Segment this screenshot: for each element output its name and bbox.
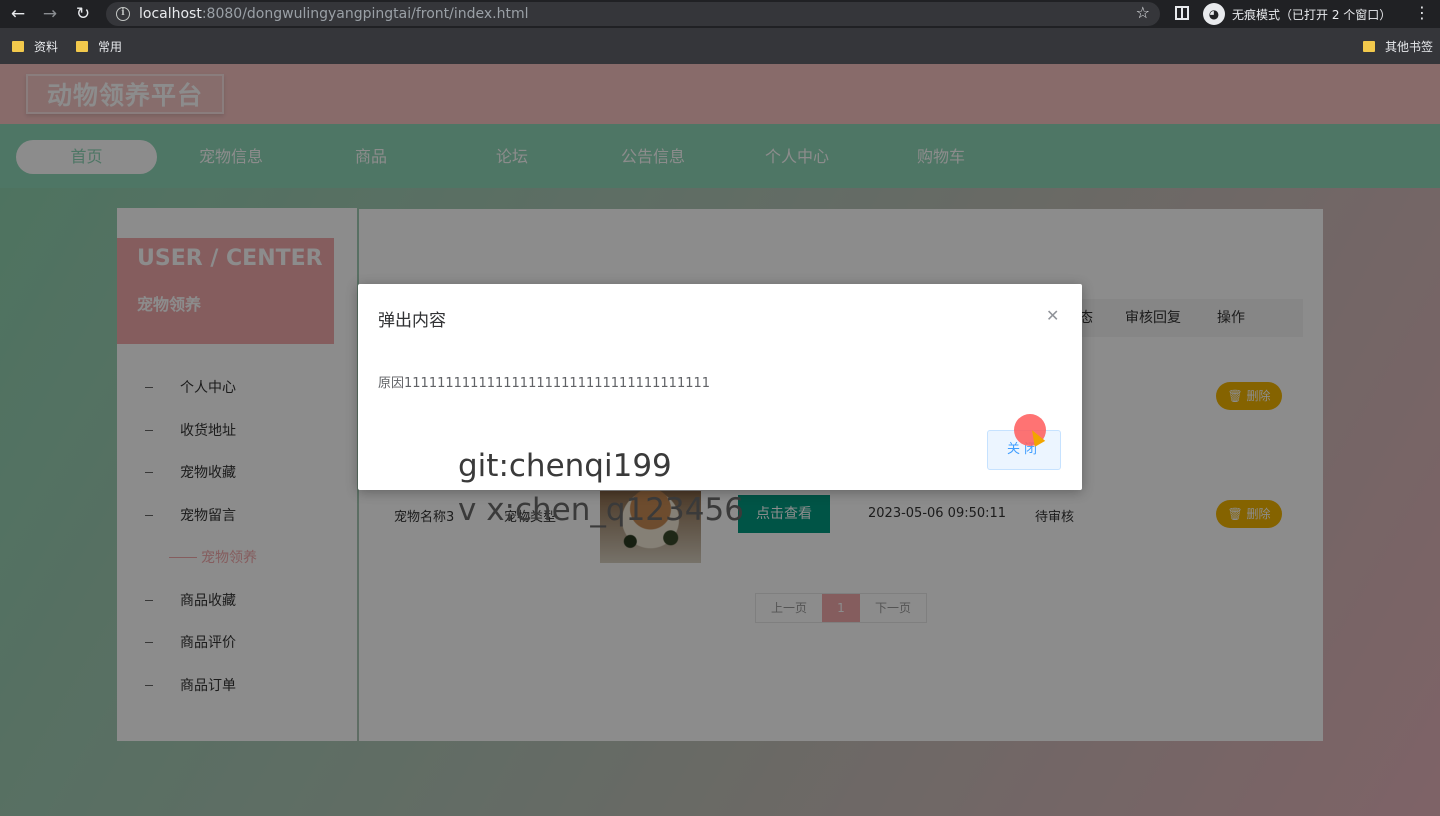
other-bookmarks[interactable]: 其他书签: [1363, 38, 1433, 55]
reload-icon[interactable]: ↻: [68, 0, 98, 28]
folder-icon: [1363, 41, 1375, 52]
folder-icon: [12, 41, 24, 52]
menu-icon[interactable]: ⋮: [1414, 3, 1430, 22]
bookmark-label: 常用: [98, 40, 123, 54]
other-bookmarks-label: 其他书签: [1385, 40, 1434, 54]
incognito-icon: ◕: [1203, 3, 1225, 25]
incognito-indicator[interactable]: ◕ 无痕模式（已打开 2 个窗口）: [1203, 2, 1391, 26]
forward-icon[interactable]: →: [35, 0, 65, 28]
url-host: localhost: [139, 6, 202, 22]
incognito-label: 无痕模式（已打开 2 个窗口）: [1232, 7, 1392, 22]
close-icon[interactable]: ✕: [1046, 306, 1059, 325]
bookmark-folder-1[interactable]: 资料: [12, 38, 58, 55]
bookmark-label: 资料: [34, 40, 59, 54]
info-icon[interactable]: i: [116, 7, 130, 21]
dialog-title: 弹出内容: [378, 311, 446, 331]
watermark-line-1: git:chenqi199: [458, 448, 672, 484]
browser-toolbar: ← → ↻ i localhost:8080/dongwulingyangpin…: [0, 0, 1440, 28]
bookmarks-bar: 资料 常用 其他书签: [0, 28, 1440, 64]
dialog-body: 原因1111111111111111111111111111111111111: [378, 376, 711, 391]
watermark-line-2: v x:chen_q123456: [458, 492, 744, 528]
folder-icon: [76, 41, 88, 52]
address-bar[interactable]: i localhost:8080/dongwulingyangpingtai/f…: [106, 2, 1160, 26]
back-icon[interactable]: ←: [3, 0, 33, 28]
bookmark-folder-2[interactable]: 常用: [76, 38, 122, 55]
side-panel-icon[interactable]: [1175, 6, 1189, 20]
bookmark-star-icon[interactable]: ☆: [1136, 3, 1150, 22]
url-path: :8080/dongwulingyangpingtai/front/index.…: [201, 6, 529, 22]
